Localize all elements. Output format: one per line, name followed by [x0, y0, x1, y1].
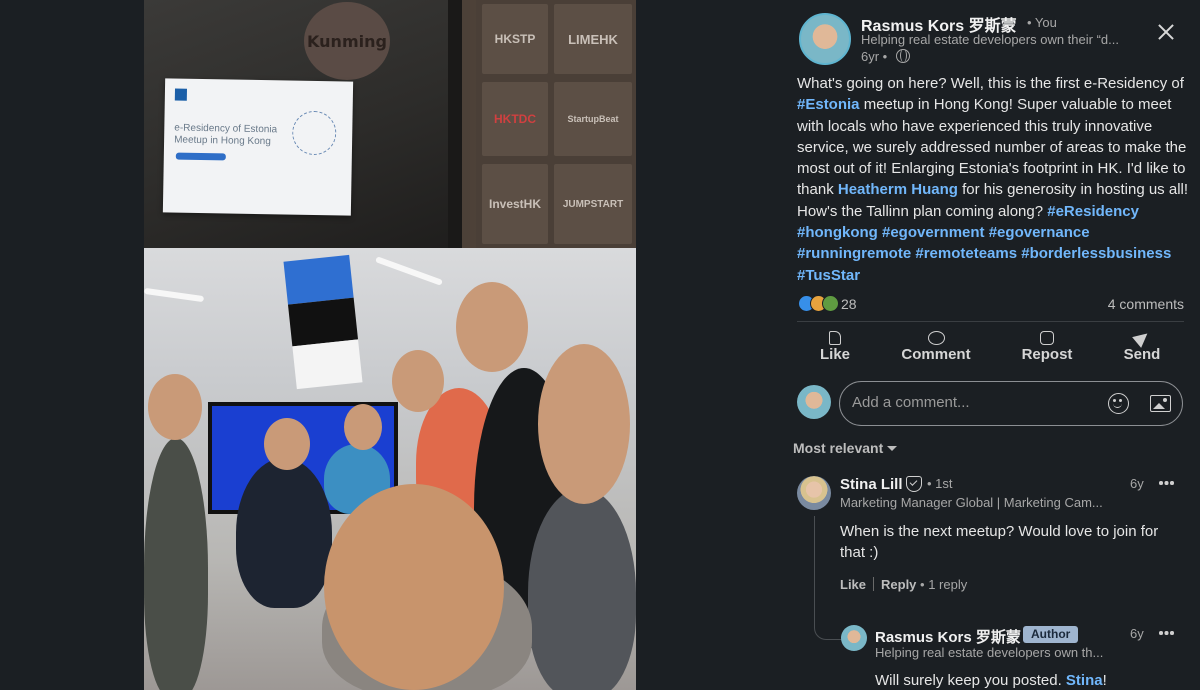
wall-logo: StartupBeat: [554, 82, 632, 156]
send-icon: [1132, 328, 1152, 348]
post-link[interactable]: Heatherm Huang: [838, 181, 958, 198]
poster-pill: [175, 152, 226, 161]
emoji-icon[interactable]: [1108, 393, 1129, 414]
post-link[interactable]: #Estonia: [797, 96, 860, 113]
post-photo[interactable]: Kunming e-Residency of Estonia Meetup in…: [144, 0, 636, 690]
wall-logo: HKSTP: [482, 4, 548, 74]
sort-label: Most relevant: [793, 440, 884, 456]
repost-label: Repost: [1021, 346, 1073, 363]
post-link[interactable]: #hongkong: [797, 224, 878, 241]
post-link[interactable]: #remoteteams: [915, 245, 1017, 262]
poster-logo: [174, 88, 188, 101]
mention-link[interactable]: Stina: [1066, 672, 1103, 689]
more-options-icon[interactable]: [1158, 481, 1174, 485]
reply-count[interactable]: • 1 reply: [920, 577, 967, 592]
more-options-icon[interactable]: [1158, 631, 1174, 635]
person-woman-head: [344, 404, 382, 450]
person-blue-cap-head: [264, 418, 310, 470]
like-label: Like: [819, 346, 850, 363]
sort-dropdown[interactable]: Most relevant: [793, 440, 898, 456]
poster-title: e-Residency of Estonia Meetup in Hong Ko…: [174, 122, 278, 148]
person-left: [144, 438, 208, 690]
person-orange-head: [392, 350, 444, 412]
wall-logo: HKTDC: [482, 82, 548, 156]
ceiling-light: [375, 256, 443, 286]
post-link[interactable]: #egovernment: [882, 224, 985, 241]
reply-thread-line: [814, 516, 844, 640]
reply-text-body: Will surely keep you posted.: [875, 672, 1066, 689]
author-headline: Helping real estate developers own their…: [861, 32, 1119, 47]
comment-time: 6y: [1130, 476, 1144, 491]
wall-logo: JUMPSTART: [554, 164, 632, 244]
reply-text-end: !: [1102, 672, 1107, 689]
chevron-down-icon: [887, 446, 898, 451]
author-badge: Author: [1023, 626, 1079, 643]
thumbs-up-icon: [829, 331, 841, 345]
support-reaction-icon: [822, 295, 839, 312]
estonia-flag: [283, 254, 363, 390]
reaction-count[interactable]: 28: [841, 296, 857, 312]
flag-stripe-white: [292, 339, 363, 390]
reply-author-name[interactable]: Rasmus Kors 罗斯蒙: [875, 626, 1021, 647]
send-button[interactable]: Send: [1116, 328, 1168, 372]
my-avatar: [797, 385, 831, 419]
person-glasses-head: [456, 282, 528, 372]
send-label: Send: [1123, 346, 1161, 363]
sponsor-wall: HKSTP LIMEHK HKTDC StartupBeat InvestHK …: [476, 0, 636, 248]
person-selfie-head: [324, 484, 504, 690]
reply-author-headline: Helping real estate developers own th...: [875, 645, 1104, 660]
comment-button[interactable]: Comment: [896, 328, 976, 372]
comment-icon: [927, 331, 945, 345]
separator: [873, 577, 875, 591]
author-avatar[interactable]: [799, 13, 851, 65]
post-details-panel: Rasmus Kors 罗斯蒙 • You Helping real estat…: [784, 0, 1200, 690]
ceiling-light: [144, 287, 205, 303]
comments-count[interactable]: 4 comments: [1108, 296, 1184, 312]
verified-shield-icon: [906, 476, 922, 492]
flag-stripe-blue: [283, 254, 354, 305]
repost-icon: [1040, 331, 1054, 345]
photo-bottom-group-selfie: [144, 248, 636, 690]
connection-degree: • 1st: [927, 476, 953, 491]
comment-actions: Like Reply • 1 reply: [840, 577, 967, 592]
repost-button[interactable]: Repost: [1012, 328, 1082, 372]
wall-logo: LIMEHK: [554, 4, 632, 74]
flag-stripe-black: [287, 297, 359, 347]
post-link[interactable]: #borderlessbusiness: [1021, 245, 1171, 262]
commenter-headline: Marketing Manager Global | Marketing Cam…: [840, 495, 1103, 510]
post-link[interactable]: #runningremote: [797, 245, 911, 262]
post-text-segment: What's going on here? Well, this is the …: [797, 75, 1184, 92]
comment-label: Comment: [901, 346, 971, 363]
comment-reply-button[interactable]: Reply: [881, 577, 916, 592]
kunming-sign: Kunming: [304, 2, 390, 80]
person-blue-cap: [236, 458, 332, 608]
post-time: 6yr •: [861, 49, 888, 64]
like-button[interactable]: Like: [803, 328, 867, 372]
post-link[interactable]: #eResidency: [1047, 203, 1139, 220]
meetup-poster: e-Residency of Estonia Meetup in Hong Ko…: [162, 78, 354, 216]
commenter-avatar[interactable]: [797, 476, 831, 510]
comment-input[interactable]: Add a comment...: [839, 381, 1183, 426]
photo-top-window-scene: Kunming e-Residency of Estonia Meetup in…: [144, 0, 636, 248]
globe-icon: [896, 49, 910, 63]
reply-time: 6y: [1130, 626, 1144, 641]
commenter-name[interactable]: Stina Lill: [840, 476, 903, 493]
post-link[interactable]: #egovernance: [989, 224, 1090, 241]
image-icon[interactable]: [1150, 395, 1171, 412]
person-left-head: [148, 374, 202, 440]
post-body: What's going on here? Well, this is the …: [797, 73, 1193, 286]
person-right: [528, 488, 636, 690]
wall-logo: InvestHK: [482, 164, 548, 244]
poster-graphic: [291, 110, 337, 156]
reply-author-avatar[interactable]: [841, 625, 867, 651]
post-link[interactable]: #TusStar: [797, 267, 860, 284]
author-you-tag: • You: [1027, 15, 1057, 30]
comment-text: When is the next meetup? Would love to j…: [840, 523, 1159, 561]
person-right-head: [538, 344, 630, 504]
divider: [797, 321, 1184, 322]
close-icon[interactable]: [1154, 20, 1178, 44]
reply-text: Will surely keep you posted. Stina!: [875, 672, 1107, 689]
